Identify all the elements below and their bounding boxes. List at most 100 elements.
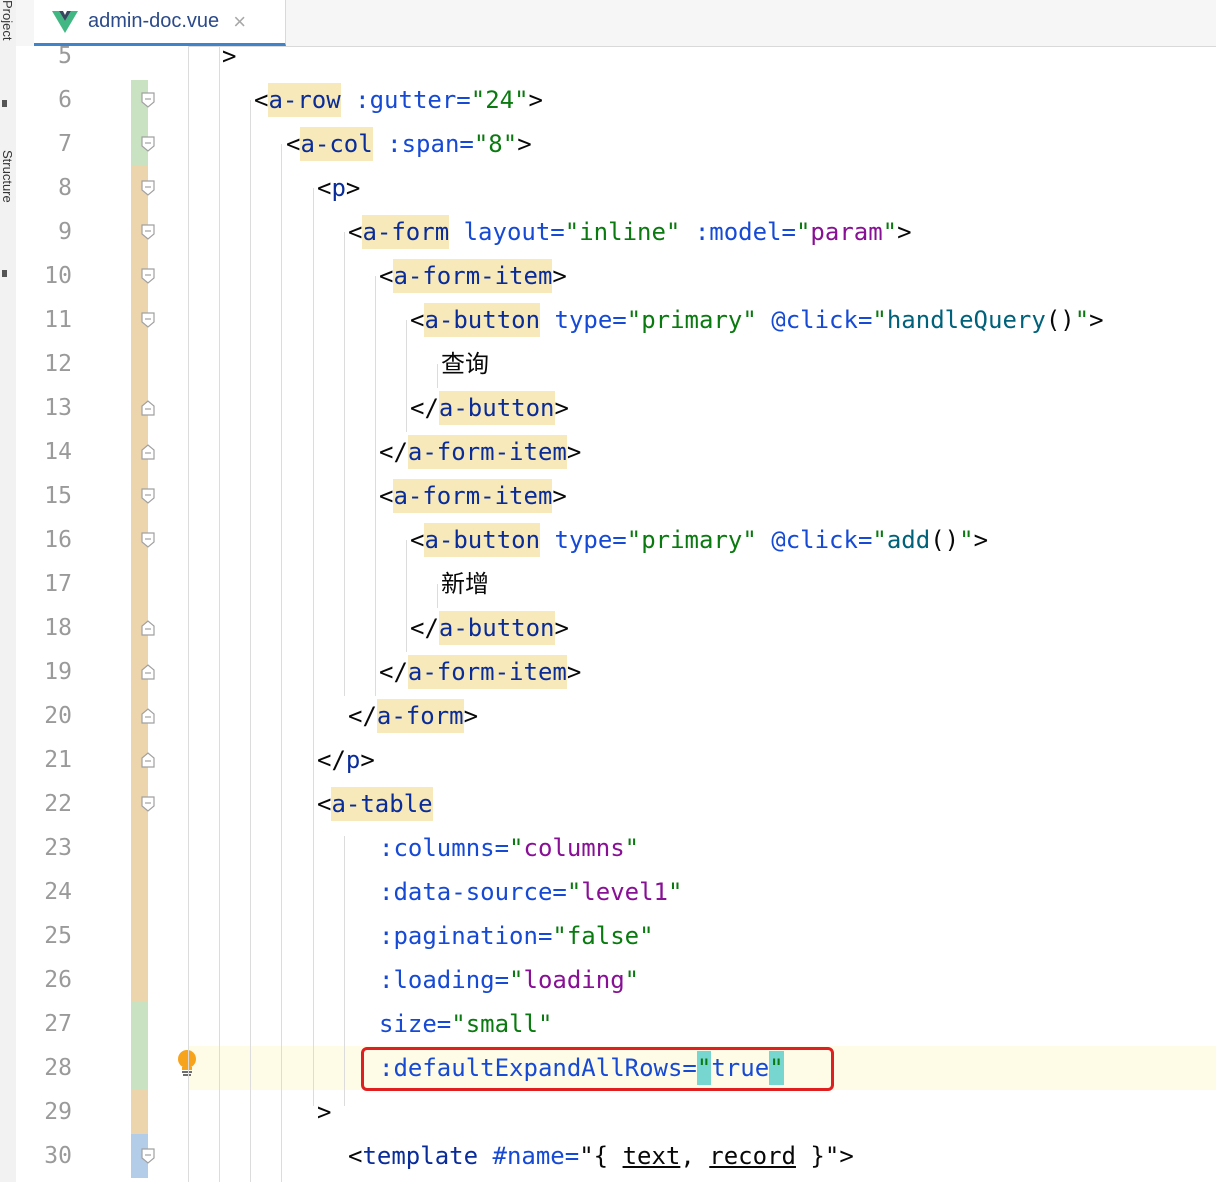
vcs-change-bar-added[interactable] — [131, 1002, 148, 1090]
code-line-7[interactable]: <a-col :span="8"> — [286, 122, 532, 166]
code-token: "inline" — [564, 218, 681, 246]
code-line-23[interactable]: :columns="columns" — [379, 826, 639, 870]
code-line-16[interactable]: <a-button type="primary" @click="add()"> — [410, 518, 988, 562]
fold-close-icon[interactable] — [141, 400, 155, 416]
code-token: > — [463, 702, 479, 730]
fold-close-icon[interactable] — [141, 444, 155, 460]
code-token: < — [379, 262, 394, 290]
code-line-13[interactable]: </a-button> — [410, 386, 569, 430]
close-icon[interactable]: × — [233, 10, 246, 33]
code-token: " — [566, 878, 582, 906]
code-token: handleQuery — [886, 306, 1046, 334]
code-token: </ — [379, 658, 408, 686]
code-token: a-form — [362, 215, 450, 249]
code-line-10[interactable]: <a-form-item> — [379, 254, 567, 298]
code-token: a-button — [438, 391, 555, 425]
lightbulb-icon[interactable] — [176, 1049, 198, 1079]
indent-guide — [406, 540, 407, 652]
code-token: :span= — [387, 130, 474, 158]
line-number: 28 — [44, 1055, 72, 1081]
code-token: > — [839, 1142, 854, 1170]
code-line-8[interactable]: <p> — [317, 166, 360, 210]
fold-open-icon[interactable] — [141, 268, 155, 284]
code-token: > — [897, 218, 912, 246]
code-line-30[interactable]: <template #name="{ text, record }"> — [348, 1134, 854, 1178]
code-line-22[interactable]: <a-table — [317, 782, 433, 826]
fold-open-icon[interactable] — [141, 92, 155, 108]
editor-tab-title: admin-doc.vue — [88, 10, 220, 32]
project-tool-tab[interactable]: Project — [1, 0, 15, 90]
code-token: < — [317, 790, 332, 818]
code-token: > — [345, 174, 361, 202]
fold-close-icon[interactable] — [141, 664, 155, 680]
fold-open-icon[interactable] — [141, 1148, 155, 1164]
fold-open-icon[interactable] — [141, 532, 155, 548]
editor-tab-admin-doc[interactable]: admin-doc.vue × — [34, 0, 286, 46]
code-line-15[interactable]: <a-form-item> — [379, 474, 567, 518]
code-line-14[interactable]: </a-form-item> — [379, 430, 581, 474]
fold-open-icon[interactable] — [141, 136, 155, 152]
code-token: a-form-item — [393, 259, 553, 293]
fold-close-icon[interactable] — [141, 708, 155, 724]
fold-open-icon[interactable] — [141, 488, 155, 504]
vcs-change-bar-modified[interactable] — [131, 166, 148, 1002]
code-line-24[interactable]: :data-source="level1" — [379, 870, 682, 914]
code-line-12[interactable]: 查询 — [441, 342, 489, 386]
code-line-27[interactable]: size="small" — [379, 1002, 552, 1046]
indent-guide — [375, 276, 376, 696]
code-token: "24" — [470, 86, 529, 114]
fold-open-icon[interactable] — [141, 224, 155, 240]
code-token: :loading= — [379, 966, 510, 994]
code-token: a-button — [438, 611, 555, 645]
code-token: :pagination= — [379, 922, 553, 950]
fold-open-icon[interactable] — [141, 312, 155, 328]
fold-open-icon[interactable] — [141, 180, 155, 196]
code-line-25[interactable]: :pagination="false" — [379, 914, 654, 958]
code-token: , — [680, 1142, 710, 1170]
code-line-5[interactable]: > — [222, 46, 236, 78]
code-token: () — [1045, 306, 1075, 334]
code-line-20[interactable]: </a-form> — [348, 694, 478, 738]
code-line-9[interactable]: <a-form layout="inline" :model="param"> — [348, 210, 912, 254]
code-line-17[interactable]: 新增 — [441, 562, 489, 606]
line-number: 19 — [44, 659, 72, 685]
line-number: 12 — [44, 351, 72, 377]
code-token: "primary" — [626, 526, 757, 554]
code-token: </ — [410, 394, 439, 422]
vcs-change-bar-modified[interactable] — [131, 1090, 148, 1134]
fold-close-icon[interactable] — [141, 620, 155, 636]
code-token: :columns= — [379, 834, 510, 862]
fold-close-icon[interactable] — [141, 752, 155, 768]
line-number: 11 — [44, 307, 72, 333]
code-line-6[interactable]: <a-row :gutter="24"> — [254, 78, 543, 122]
code-token: " — [882, 218, 898, 246]
code-line-29[interactable]: > — [317, 1090, 331, 1134]
line-number: 16 — [44, 527, 72, 553]
code-token: a-form-item — [407, 655, 567, 689]
code-token: " — [1074, 306, 1090, 334]
structure-tool-tab[interactable]: Structure — [1, 150, 15, 270]
code-token: @click= — [771, 306, 873, 334]
code-line-11[interactable]: <a-button type="primary" @click="handleQ… — [410, 298, 1104, 342]
code-token: < — [317, 174, 332, 202]
code-editor[interactable]: 5 6 7 8 9 10 11 12 13 14 15 16 17 18 19 20 21 22 23 24 25 26 2… — [16, 46, 1216, 1182]
indent-guide — [250, 100, 251, 1182]
code-token: < — [410, 526, 425, 554]
line-number: 24 — [44, 879, 72, 905]
fold-open-icon[interactable] — [141, 796, 155, 812]
code-token: < — [410, 306, 425, 334]
code-line-18[interactable]: </a-button> — [410, 606, 569, 650]
code-token: type= — [554, 526, 627, 554]
project-tab-marker-icon — [2, 100, 7, 107]
indent-guide — [281, 144, 282, 1182]
code-line-26[interactable]: :loading="loading" — [379, 958, 639, 1002]
code-token: > — [973, 526, 989, 554]
code-token: a-form — [376, 699, 464, 733]
code-token: add — [886, 526, 931, 554]
code-line-19[interactable]: </a-form-item> — [379, 650, 581, 694]
code-line-21[interactable]: </p> — [317, 738, 375, 782]
